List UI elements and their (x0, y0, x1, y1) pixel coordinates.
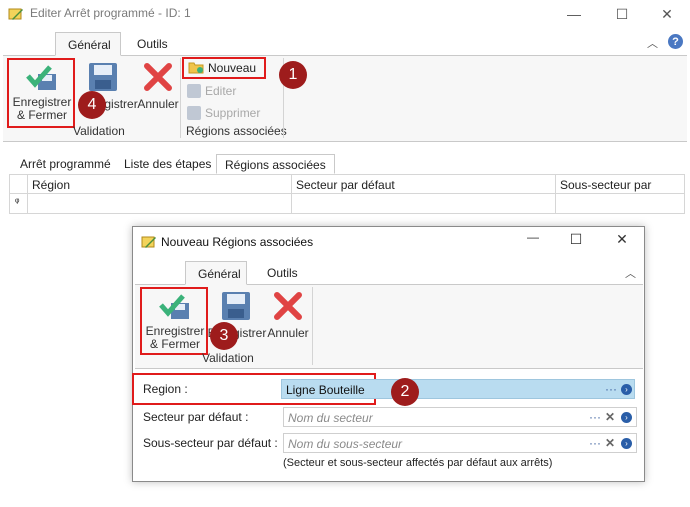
column-header-sector[interactable]: Secteur par défaut (292, 175, 556, 193)
delete-icon (187, 106, 201, 120)
dialog-app-icon (141, 234, 157, 253)
subtab-arret-label: Arrêt programmé (20, 157, 111, 171)
sector-clear-icon[interactable]: ✕ (605, 410, 615, 424)
tab-outils-label: Outils (137, 37, 168, 51)
ribbon-separator (180, 58, 181, 138)
grid-header: Région Secteur par défaut Sous-secteur p… (9, 174, 686, 206)
sector-field[interactable]: Nom du secteur (283, 407, 637, 427)
subtab-regions-label: Régions associées (225, 158, 326, 172)
validation-group-label: Validation (73, 124, 125, 138)
subtab-arret[interactable]: Arrêt programmé (12, 154, 119, 174)
tab-outils[interactable]: Outils (125, 32, 180, 56)
subsector-label: Sous-secteur par défaut : (143, 436, 278, 450)
dialog-tab-outils[interactable]: Outils (255, 261, 310, 285)
dialog-cancel-icon (273, 291, 303, 324)
region-field[interactable]: Ligne Bouteille (281, 379, 635, 399)
tab-general[interactable]: Général (55, 32, 121, 56)
dialog-maximize-button[interactable]: ☐ (561, 231, 591, 253)
ribbon-tab-strip: Général Outils ︿ ? (3, 28, 687, 56)
new-button[interactable]: Nouveau (182, 57, 266, 79)
new-region-dialog: Nouveau Régions associées — ☐ ✕ Général … (132, 226, 645, 482)
dialog-tab-general[interactable]: Général (185, 261, 247, 285)
subsector-field[interactable]: Nom du sous-secteur (283, 433, 637, 453)
region-value: Ligne Bouteille (286, 383, 365, 397)
dialog-save-close-icon (159, 293, 191, 324)
save-close-label: Enregistrer & Fermer (12, 95, 72, 122)
subsector-clear-icon[interactable]: ✕ (605, 436, 615, 450)
dialog-collapse-ribbon-icon[interactable]: ︿ (625, 265, 636, 281)
collapse-ribbon-icon[interactable]: ︿ (647, 35, 658, 51)
window-title: Editer Arrêt programmé - ID: 1 (30, 6, 191, 20)
ribbon-body: Enregistrer & Fermer Enregistrer Annuler… (3, 56, 687, 142)
dialog-tab-outils-label: Outils (267, 266, 298, 280)
sector-label: Secteur par défaut : (143, 410, 249, 424)
callout-badge-1: 1 (279, 61, 307, 89)
dialog-ribbon-separator (312, 287, 313, 365)
maximize-button[interactable]: ☐ (599, 0, 645, 28)
grid-filter-row: ᵠ (9, 194, 685, 214)
sector-go-icon[interactable]: › (621, 412, 632, 423)
filter-row-icon: ᵠ (10, 194, 28, 213)
region-go-icon[interactable]: › (621, 384, 632, 395)
callout-badge-3: 3 (210, 322, 238, 350)
save-close-button[interactable]: Enregistrer & Fermer (7, 58, 75, 128)
dialog-cancel-label: Annuler (267, 326, 309, 340)
regions-group-label: Régions associées (186, 124, 287, 138)
delete-button[interactable]: Supprimer (187, 106, 260, 120)
new-label: Nouveau (208, 61, 257, 75)
defaults-hint: (Secteur et sous-secteur affectés par dé… (283, 457, 553, 469)
dialog-ribbon-body: Enregistrer & Fermer Enregistrer Annuler… (135, 285, 643, 369)
sector-placeholder: Nom du secteur (288, 411, 373, 425)
subsector-go-icon[interactable]: › (621, 438, 632, 449)
subsector-browse-icon[interactable]: ··· (589, 436, 601, 450)
dialog-save-close-button[interactable]: Enregistrer & Fermer (140, 287, 208, 355)
subsector-placeholder: Nom du sous-secteur (288, 437, 403, 451)
help-icon[interactable]: ? (668, 34, 683, 49)
filter-cell-sector[interactable] (292, 194, 556, 213)
dialog-title: Nouveau Régions associées (161, 235, 314, 249)
dialog-tab-strip: Général Outils ︿ (135, 261, 643, 285)
dialog-save-close-label: Enregistrer & Fermer (145, 324, 205, 351)
subtab-etapes-label: Liste des étapes (124, 157, 212, 171)
delete-label: Supprimer (205, 106, 261, 120)
close-button[interactable]: ✕ (644, 0, 690, 28)
subtab-etapes[interactable]: Liste des étapes (116, 154, 219, 174)
tab-general-label: Général (68, 38, 111, 52)
edit-icon (187, 84, 201, 98)
filter-cell-region[interactable] (28, 194, 292, 213)
dialog-minimize-button[interactable]: — (518, 230, 548, 252)
cancel-icon (143, 62, 173, 95)
callout-badge-4: 4 (78, 91, 106, 119)
minimize-button[interactable]: — (551, 0, 597, 28)
filter-cell-subsector[interactable] (556, 194, 686, 213)
dialog-validation-group-label: Validation (202, 351, 254, 365)
subtab-regions[interactable]: Régions associées (216, 154, 335, 174)
dialog-tab-general-label: Général (198, 267, 241, 281)
callout-badge-2: 2 (391, 378, 419, 406)
edit-label: Editer (205, 84, 237, 98)
dialog-cancel-button[interactable]: Annuler (265, 287, 311, 347)
column-header-subsector[interactable]: Sous-secteur par défaut (556, 175, 686, 206)
dialog-close-button[interactable]: ✕ (607, 231, 637, 253)
cancel-label: Annuler (137, 97, 179, 111)
grid-row-indicator-header (10, 175, 28, 193)
column-header-region[interactable]: Région (28, 175, 292, 193)
app-icon (8, 6, 24, 25)
cancel-button[interactable]: Annuler (135, 58, 181, 118)
region-label: Region : (143, 382, 188, 396)
dialog-save-icon (221, 291, 251, 324)
edit-button[interactable]: Editer (187, 84, 236, 98)
title-bar: Editer Arrêt programmé - ID: 1 — ☐ ✕ (0, 0, 690, 28)
new-folder-icon (188, 60, 204, 77)
region-browse-icon[interactable]: ··· (605, 382, 617, 396)
sector-browse-icon[interactable]: ··· (589, 410, 601, 424)
save-close-icon (26, 64, 58, 95)
